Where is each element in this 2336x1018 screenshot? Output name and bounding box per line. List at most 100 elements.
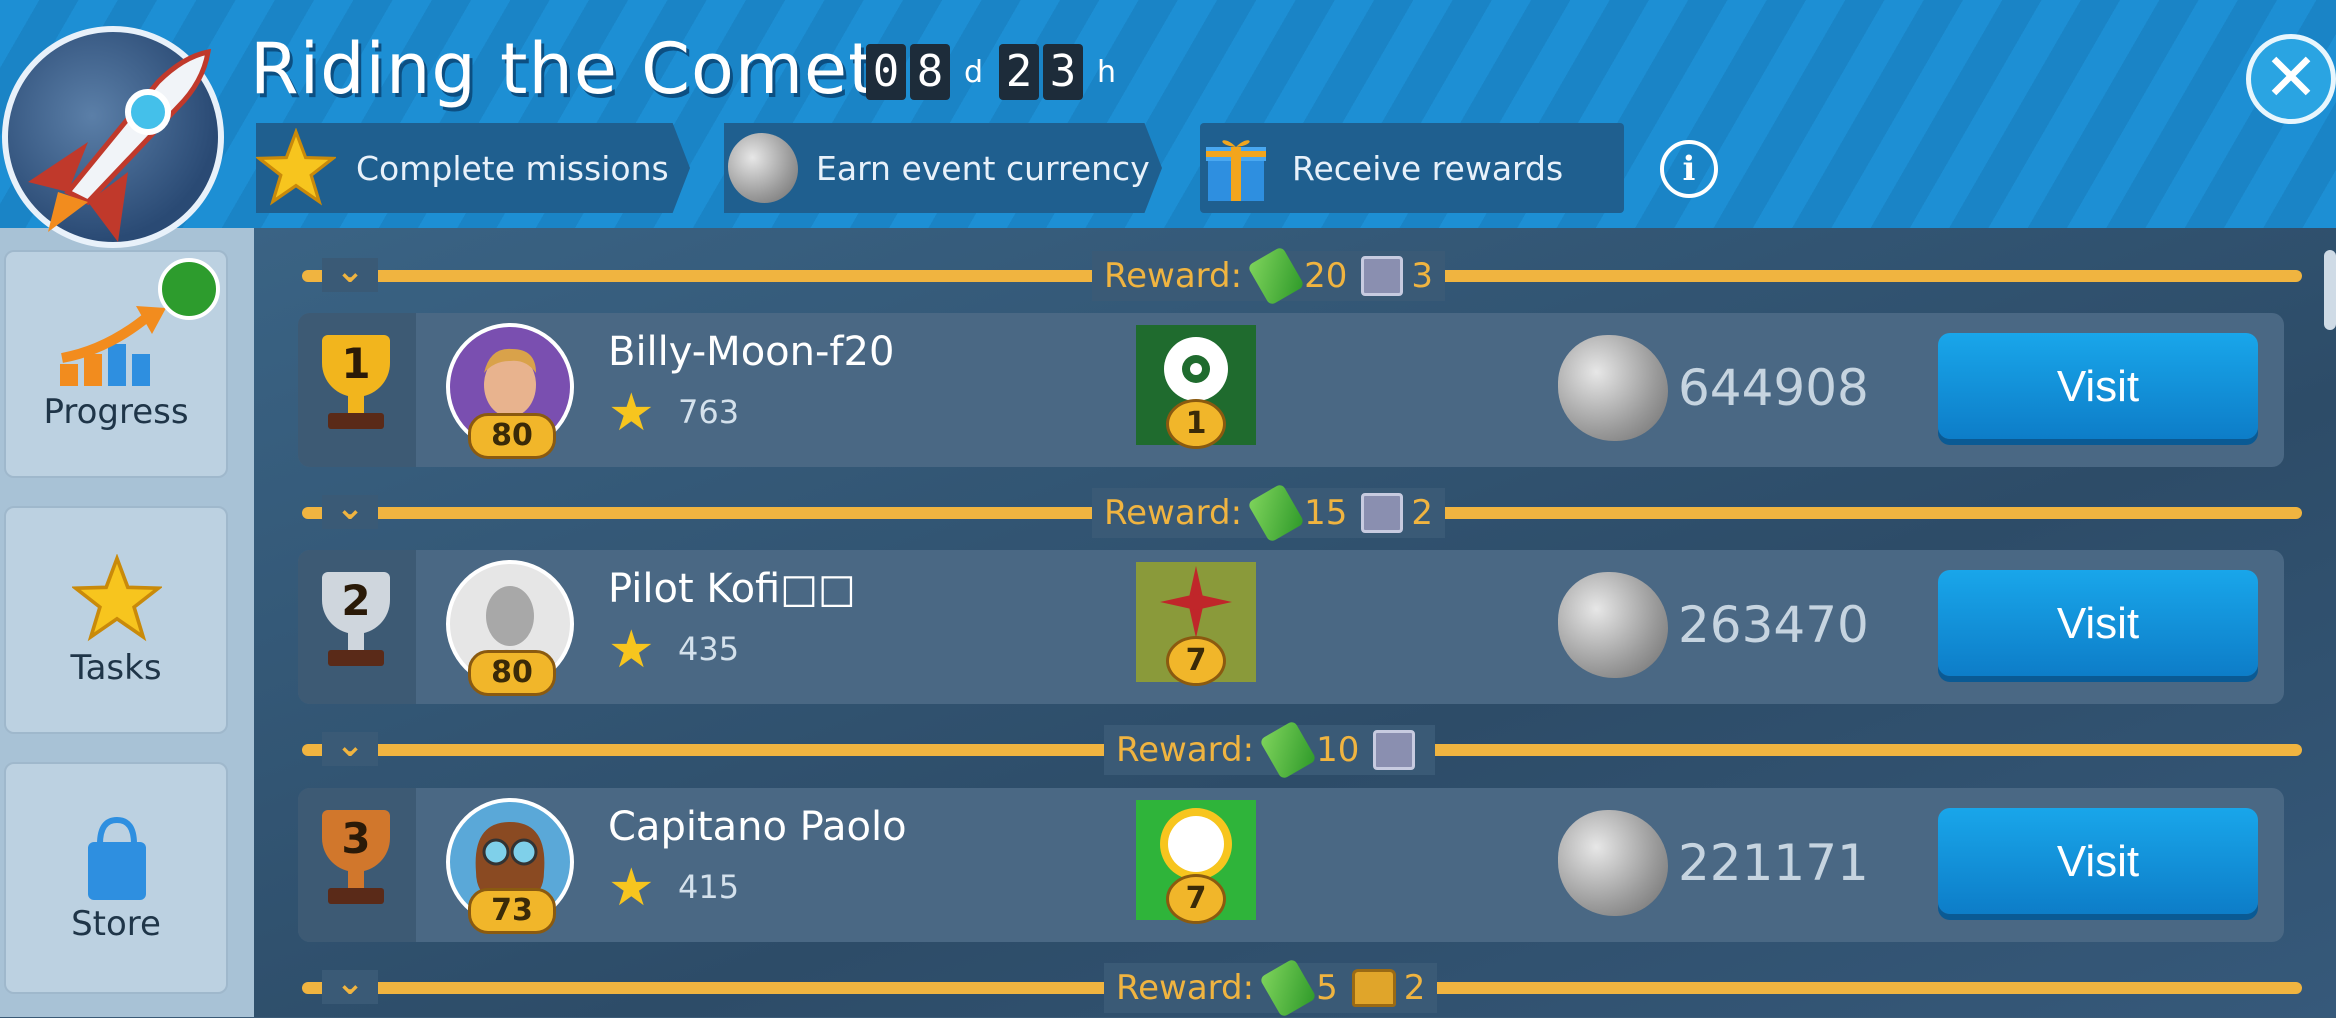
reward-label: Reward:: [1104, 256, 1243, 296]
timer-digit: 0: [866, 44, 906, 100]
sidebar-label: Store: [71, 904, 161, 944]
sidebar: Progress Tasks Store: [0, 228, 254, 1017]
event-currency-amount: 221171: [1678, 834, 1869, 892]
cash-icon: [1259, 720, 1317, 780]
sun-emblem-icon: 7: [1136, 800, 1256, 924]
info-icon[interactable]: i: [1660, 140, 1718, 198]
player-level-badge: 80: [468, 650, 556, 696]
crate-icon: [1361, 256, 1404, 296]
sidebar-item-store[interactable]: Store: [4, 762, 228, 994]
crate-icon: [1361, 493, 1404, 533]
emblem-level: 7: [1166, 874, 1226, 924]
reward-summary: Reward: 10: [1104, 720, 1436, 780]
step-earn-currency: Earn event currency: [724, 123, 1162, 213]
rank-number: 2: [341, 576, 371, 625]
reward-count: 2: [1403, 968, 1426, 1008]
asteroid-icon: [1558, 810, 1668, 916]
timer-digit: 3: [1043, 44, 1084, 100]
reward-count: 10: [1316, 730, 1360, 770]
star-icon: ★: [608, 858, 655, 918]
emblem-level: 7: [1166, 636, 1226, 686]
asteroid-icon: [1558, 572, 1668, 678]
countdown-timer: 0 8 d 2 3 h: [866, 44, 1132, 100]
star-icon: [72, 554, 162, 642]
rank-cell: 2: [298, 550, 416, 704]
cash-icon: [1259, 958, 1317, 1018]
star-icon: ★: [608, 620, 655, 680]
asteroid-icon: [728, 133, 798, 203]
chevron-down-icon[interactable]: ⌄: [322, 728, 378, 766]
timer-digit: 8: [910, 44, 950, 100]
cash-icon: [1247, 483, 1305, 543]
star-icon: [256, 128, 336, 206]
asteroid-icon: [1558, 335, 1668, 441]
player-stars: 435: [678, 630, 740, 668]
chest-icon: [1351, 969, 1396, 1007]
rank-cell: 3: [298, 788, 416, 942]
close-icon: ✕: [2263, 39, 2319, 116]
timer-day-unit: d: [964, 54, 984, 90]
step-label: Complete missions: [356, 148, 669, 188]
sidebar-label: Tasks: [70, 648, 162, 688]
gear-emblem-icon: 1: [1136, 325, 1256, 449]
gift-badge-icon: [158, 258, 220, 320]
reward-count: 20: [1304, 256, 1348, 296]
reward-count: 15: [1304, 493, 1348, 533]
chevron-down-icon[interactable]: ⌄: [322, 254, 378, 292]
player-name: Pilot Kofi□□: [608, 566, 856, 612]
rank-number: 1: [341, 339, 371, 388]
compass-emblem-icon: 7: [1136, 562, 1256, 686]
sidebar-label: Progress: [43, 392, 189, 432]
progress-chart-icon: [60, 306, 166, 386]
player-stars: 415: [678, 868, 740, 906]
star-icon: ★: [608, 383, 655, 443]
crate-icon: [1373, 730, 1416, 770]
cash-icon: [1247, 246, 1305, 306]
event-header: Riding the Comet 0 8 d 2 3 h Complete mi…: [0, 0, 2336, 228]
timer-digit: 2: [999, 44, 1040, 100]
gold-trophy-icon: 1: [314, 335, 398, 433]
leaderboard-row: 3 73 Capitano Paolo ★ 415 7 221171 Visit: [298, 788, 2284, 942]
scrollbar[interactable]: [2324, 250, 2336, 330]
chevron-down-icon[interactable]: ⌄: [322, 491, 378, 529]
event-title: Riding the Comet: [250, 28, 877, 110]
reward-count: 3: [1411, 256, 1433, 296]
reward-label: Reward:: [1104, 493, 1243, 533]
reward-summary: Reward: 5 2: [1104, 958, 1438, 1018]
event-currency-amount: 263470: [1678, 596, 1869, 654]
leaderboard-row: 1 80 Billy-Moon-f20 ★ 763 1 644908 Visit: [298, 313, 2284, 467]
player-level-badge: 73: [468, 888, 556, 934]
leaderboard-row: 2 80 Pilot Kofi□□ ★ 435 7 263470 Visit: [298, 550, 2284, 704]
player-name: Capitano Paolo: [608, 804, 907, 850]
reward-count: 5: [1316, 968, 1338, 1008]
silver-trophy-icon: 2: [314, 572, 398, 670]
close-button[interactable]: ✕: [2246, 34, 2336, 124]
player-level-badge: 80: [468, 413, 556, 459]
player-stars: 763: [678, 393, 740, 431]
step-label: Receive rewards: [1292, 148, 1564, 188]
rocket-icon: [28, 48, 212, 242]
gift-icon: [1206, 140, 1266, 201]
sidebar-item-tasks[interactable]: Tasks: [4, 506, 228, 734]
visit-button[interactable]: Visit: [1938, 808, 2258, 914]
timer-hour-unit: h: [1097, 54, 1117, 90]
reward-summary: Reward: 15 2: [1092, 483, 1445, 543]
rank-cell: 1: [298, 313, 416, 467]
bronze-trophy-icon: 3: [314, 810, 398, 908]
player-name: Billy-Moon-f20: [608, 329, 895, 375]
chevron-down-icon[interactable]: ⌄: [322, 966, 378, 1004]
step-receive-rewards: Receive rewards: [1200, 123, 1624, 213]
emblem-level: 1: [1166, 399, 1226, 449]
reward-label: Reward:: [1116, 968, 1255, 1008]
reward-label: Reward:: [1116, 730, 1255, 770]
step-complete-missions: Complete missions: [256, 123, 690, 213]
reward-summary: Reward: 20 3: [1092, 246, 1445, 306]
event-logo: [2, 26, 224, 248]
step-label: Earn event currency: [816, 148, 1150, 188]
event-currency-amount: 644908: [1678, 359, 1869, 417]
rank-number: 3: [341, 814, 371, 863]
visit-button[interactable]: Visit: [1938, 570, 2258, 676]
reward-count: 2: [1411, 493, 1433, 533]
shopping-bag-icon: [88, 816, 146, 900]
visit-button[interactable]: Visit: [1938, 333, 2258, 439]
